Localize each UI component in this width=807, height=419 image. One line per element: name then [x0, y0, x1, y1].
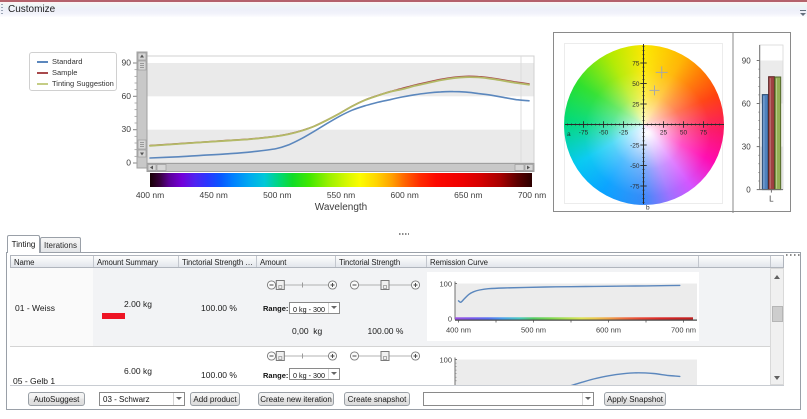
svg-text:60: 60 — [742, 100, 751, 109]
svg-text:90: 90 — [742, 57, 751, 66]
svg-text:50: 50 — [632, 81, 640, 88]
svg-text:25: 25 — [632, 102, 640, 109]
svg-text:b: b — [646, 205, 650, 212]
svg-text:Wavelength: Wavelength — [315, 202, 367, 213]
svg-text:700 nm: 700 nm — [518, 190, 546, 200]
svg-text:-50: -50 — [630, 163, 640, 170]
svg-text:0: 0 — [126, 158, 131, 168]
svg-text:600 nm: 600 nm — [596, 326, 621, 335]
svg-text:400 nm: 400 nm — [136, 190, 164, 200]
svg-text:90: 90 — [122, 58, 132, 68]
svg-text:400 nm: 400 nm — [446, 326, 471, 335]
svg-text:75: 75 — [632, 61, 640, 68]
svg-text:30: 30 — [122, 124, 132, 134]
svg-text:600 nm: 600 nm — [391, 190, 419, 200]
svg-text:50: 50 — [680, 130, 688, 137]
svg-text:-25: -25 — [630, 143, 640, 150]
svg-text:0: 0 — [448, 315, 452, 324]
svg-text:a: a — [567, 131, 571, 138]
svg-text:-75: -75 — [630, 184, 640, 191]
svg-text:0: 0 — [746, 186, 751, 195]
svg-text:550 nm: 550 nm — [327, 190, 355, 200]
svg-text:-75: -75 — [579, 130, 589, 137]
svg-text:700 nm: 700 nm — [671, 326, 696, 335]
svg-text:500 nm: 500 nm — [263, 190, 291, 200]
svg-text:60: 60 — [122, 91, 132, 101]
svg-text:450 nm: 450 nm — [200, 190, 228, 200]
svg-text:500 nm: 500 nm — [521, 326, 546, 335]
svg-text:30: 30 — [742, 143, 751, 152]
svg-text:L: L — [769, 195, 774, 204]
svg-text:75: 75 — [700, 130, 708, 137]
svg-text:-50: -50 — [599, 130, 609, 137]
svg-text:-25: -25 — [619, 130, 629, 137]
svg-text:100: 100 — [439, 356, 452, 365]
svg-text:25: 25 — [660, 130, 668, 137]
svg-text:100: 100 — [439, 280, 452, 289]
svg-text:650 nm: 650 nm — [454, 190, 482, 200]
